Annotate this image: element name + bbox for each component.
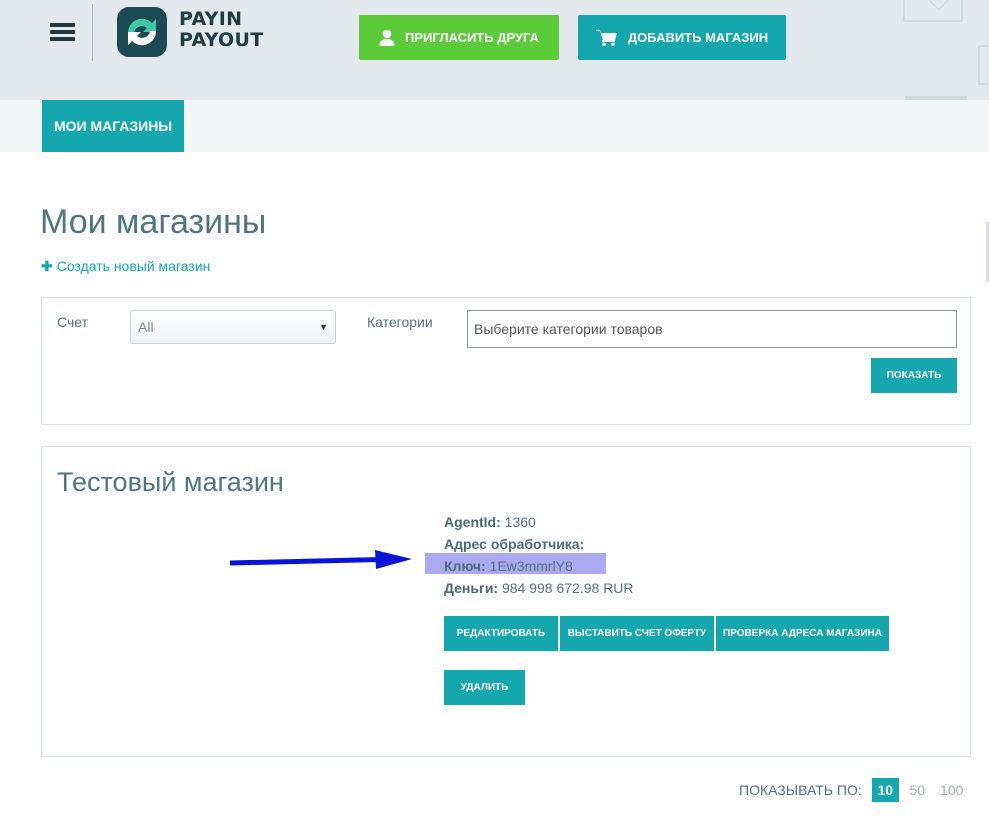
key-label: Ключ: [444,558,486,574]
account-select-value: All [138,319,154,335]
edit-button[interactable]: РЕДАКТИРОВАТЬ [444,616,558,651]
money-value: 984 998 672.98 RUR [501,580,634,596]
account-label: Счет [57,314,88,330]
delete-button[interactable]: УДАЛИТЬ [444,670,525,705]
caret-down-icon: ▼ [319,322,328,332]
header-divider [92,4,93,61]
check-shop-address-button[interactable]: ПРОВЕРКА АДРЕСА МАГАЗИНА [716,616,889,651]
header: PAYIN PAYOUT ПРИГЛАСИТЬ ДРУГА ДОБАВИТЬ М… [0,0,989,100]
invite-friend-button[interactable]: ПРИГЛАСИТЬ ДРУГА [359,15,559,60]
per-page-option-100[interactable]: 100 [936,778,968,802]
show-button[interactable]: ПОКАЗАТЬ [871,358,957,393]
handler-row: Адрес обработчика: [444,533,634,555]
categories-input[interactable]: Выберите категории товаров [467,310,957,348]
categories-label: Категории [367,314,433,330]
tab-my-shops[interactable]: МОИ МАГАЗИНЫ [42,100,184,152]
account-select[interactable]: All ▼ [130,310,336,344]
decoration-box [978,45,989,85]
create-shop-link[interactable]: ✚ Создать новый магазин [41,258,210,275]
logo-icon [117,7,167,57]
categories-placeholder: Выберите категории товаров [474,321,663,337]
filter-panel: Счет All ▼ Категории Выберите категории … [41,297,971,425]
issue-invoice-button[interactable]: ВЫСТАВИТЬ СЧЕТ ОФЕРТУ [560,616,714,651]
money-row: Деньги: 984 998 672.98 RUR [444,577,634,599]
agent-id-row: AgentId: 1360 [444,511,634,533]
per-page-label: ПОКАЗЫВАТЬ ПО: [739,782,862,798]
agent-id-label: AgentId: [444,514,501,530]
page-title: Мои магазины [40,203,267,241]
annotation-arrow-icon [230,550,412,569]
money-label: Деньги: [444,580,499,596]
per-page-option-10[interactable]: 10 [871,778,899,802]
tab-bar: МОИ МАГАЗИНЫ [0,100,989,152]
key-row: Ключ: 1Ew3mmrlY8 [444,555,634,577]
envelope-decoration-icon [903,0,963,22]
store-card: Тестовый магазин AgentId: 1360 Адрес обр… [41,446,971,757]
agent-id-value: 1360 [504,514,536,530]
logo-text: PAYIN PAYOUT [179,8,264,51]
user-icon [379,29,395,46]
per-page-selector: ПОКАЗЫВАТЬ ПО: 10 50 100 [739,778,973,802]
handler-label: Адрес обработчика: [444,536,585,552]
plus-icon: ✚ [41,258,53,274]
store-name: Тестовый магазин [57,467,284,497]
menu-icon[interactable] [50,23,75,41]
per-page-option-50[interactable]: 50 [904,778,931,802]
add-shop-button[interactable]: ДОБАВИТЬ МАГАЗИН [578,15,786,60]
create-shop-label: Создать новый магазин [56,258,211,274]
invite-friend-label: ПРИГЛАСИТЬ ДРУГА [404,30,539,45]
key-value: 1Ew3mmrlY8 [489,558,573,574]
store-info: AgentId: 1360 Адрес обработчика: Ключ: 1… [425,511,634,599]
add-shop-label: ДОБАВИТЬ МАГАЗИН [627,30,769,45]
logo[interactable]: PAYIN PAYOUT [113,3,273,61]
cart-icon [595,30,617,46]
